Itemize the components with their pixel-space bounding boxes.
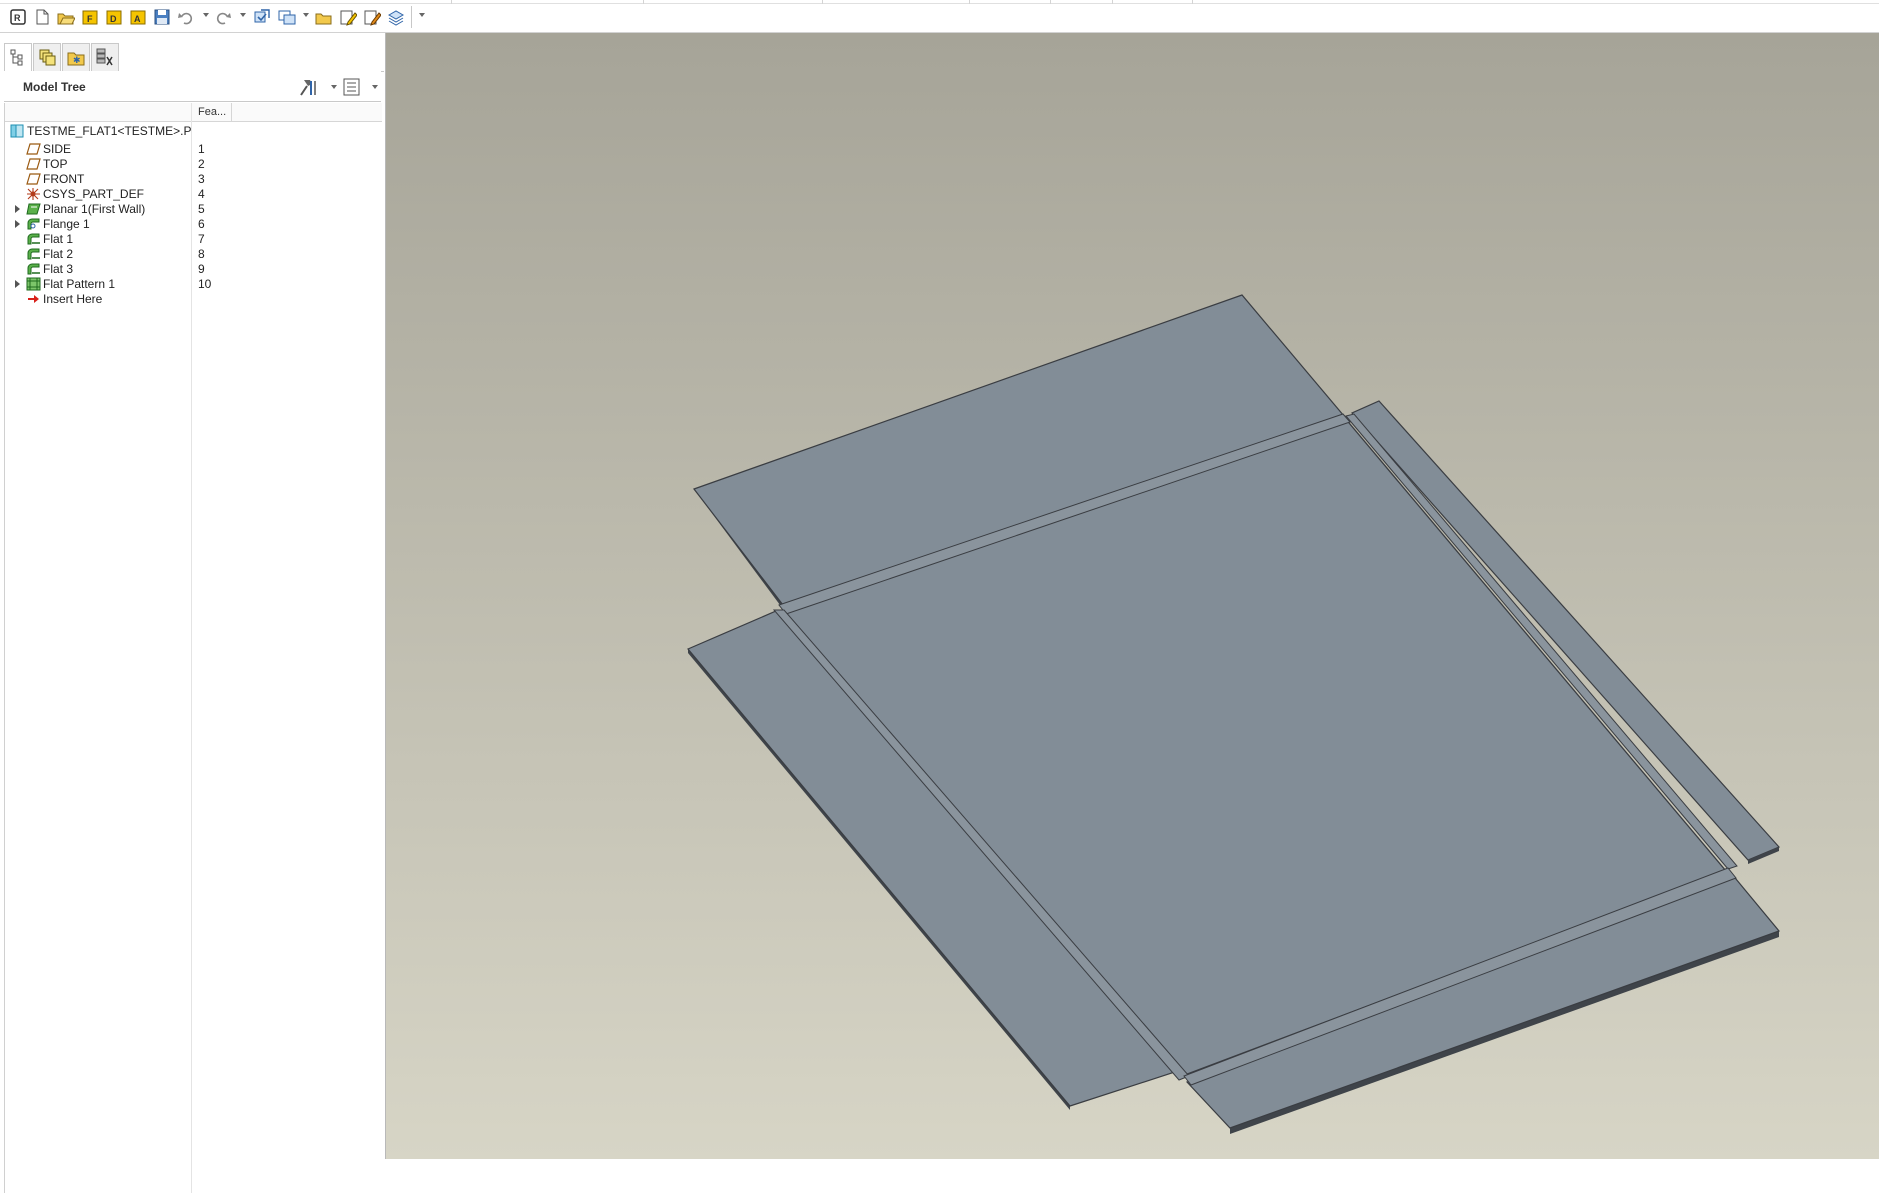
tree-item-label: Flat 2 [43,247,74,261]
tree-item-label: Flat Pattern 1 [43,277,116,291]
feature-number: 5 [198,202,205,216]
show-dropdown-icon[interactable] [372,85,378,89]
frm-icon[interactable]: F [81,8,99,26]
graphics-window[interactable] [386,33,1879,1159]
tree-item-label: CSYS_PART_DEF [43,187,144,201]
layer-tree-tab[interactable] [33,43,61,71]
feature-number: 2 [198,157,205,171]
tree-item-label: Insert Here [43,292,103,306]
tree-root-row[interactable]: TESTME_FLAT1<TESTME>.PF [5,122,382,140]
tree-column-header: Fea... [5,103,382,122]
feature-number: 1 [198,142,205,156]
app-icon[interactable]: R [9,8,27,26]
feature-number: 6 [198,217,205,231]
navigator-tabs: ✱ [4,43,384,72]
edit-icon[interactable] [339,8,357,26]
flange-icon [26,217,41,231]
expand-arrow-icon[interactable] [15,220,20,228]
quick-access-toolbar: R F D A [0,0,1879,33]
feature-number: 10 [198,277,212,291]
tree-item-label: Flat 1 [43,232,74,246]
feature-number: 9 [198,262,205,276]
svg-text:F: F [87,14,93,24]
navigator-panel: ✱ Model Tree Fea... TESTME_FLAT1<TESTME>… [0,33,386,1193]
part-icon [10,124,25,138]
planar-wall-icon [26,202,41,216]
model-tree-header: Model Tree [4,71,381,102]
model-tree: Fea... TESTME_FLAT1<TESTME>.PF SIDE 1 TOP 2… [4,103,382,1193]
svg-text:D: D [110,14,117,24]
insert-here-icon [26,292,41,306]
flat-pattern-icon [26,277,41,291]
save-icon[interactable] [153,8,171,26]
settings-icon[interactable] [298,77,318,97]
svg-text:R: R [14,13,21,23]
open-folder-icon[interactable] [315,8,333,26]
asm-icon[interactable]: A [129,8,147,26]
rename-icon[interactable] [363,8,381,26]
tree-item-label: SIDE [43,142,72,156]
part-geometry[interactable] [687,294,1781,1134]
toolbar-separator [411,6,412,28]
undo-dropdown-icon[interactable] [203,13,209,17]
tree-item-label: FRONT [43,172,85,186]
model-tree-tab[interactable] [4,43,32,72]
feature-number: 3 [198,172,205,186]
model-tree-icon [10,49,23,66]
tree-item-label: Flat 3 [43,262,74,276]
redo-icon[interactable] [214,8,232,26]
svg-text:A: A [134,14,141,24]
properties-icon [96,48,113,66]
redo-dropdown-icon[interactable] [240,13,246,17]
flat-wall-icon [26,262,41,276]
expand-arrow-icon[interactable] [15,205,20,213]
datum-plane-icon [26,157,41,171]
windows-dropdown-icon[interactable] [303,13,309,17]
open-icon[interactable] [57,8,75,26]
settings-dropdown-icon[interactable] [331,85,337,89]
new-icon[interactable] [33,8,51,26]
datum-plane-icon [26,172,41,186]
layer-tree-icon [39,49,56,66]
datum-plane-icon [26,142,41,156]
ribbon-edge [0,0,1879,4]
coordinate-system-icon [26,187,41,201]
expand-arrow-icon[interactable] [15,280,20,288]
feature-number: 7 [198,232,205,246]
favorites-icon: ✱ [67,52,85,66]
feature-number: 4 [198,187,205,201]
layers-icon[interactable] [387,8,405,26]
tree-root-label: TESTME_FLAT1<TESTME>.PF [27,124,191,138]
favorites-tab[interactable]: ✱ [62,43,90,71]
tree-item-label: Flange 1 [43,217,90,231]
model-tree-title: Model Tree [23,80,86,94]
feature-number-column-header[interactable]: Fea... [198,106,226,118]
flat-wall-icon [26,232,41,246]
flat-wall-icon [26,247,41,261]
sheetmetal-flat-pattern[interactable] [386,33,1879,1159]
customize-icon[interactable] [419,13,425,17]
tree-item[interactable]: Insert Here [5,290,382,308]
properties-tab[interactable] [91,43,119,71]
tree-item-label: TOP [43,157,68,171]
show-icon[interactable] [342,77,362,97]
regenerate-icon[interactable] [253,8,271,26]
dwg-icon[interactable]: D [105,8,123,26]
undo-icon[interactable] [177,8,195,26]
svg-text:✱: ✱ [73,55,81,65]
feature-number: 8 [198,247,205,261]
windows-icon[interactable] [278,8,296,26]
column-divider [231,103,232,121]
tree-item-label: Planar 1(First Wall) [43,202,146,216]
